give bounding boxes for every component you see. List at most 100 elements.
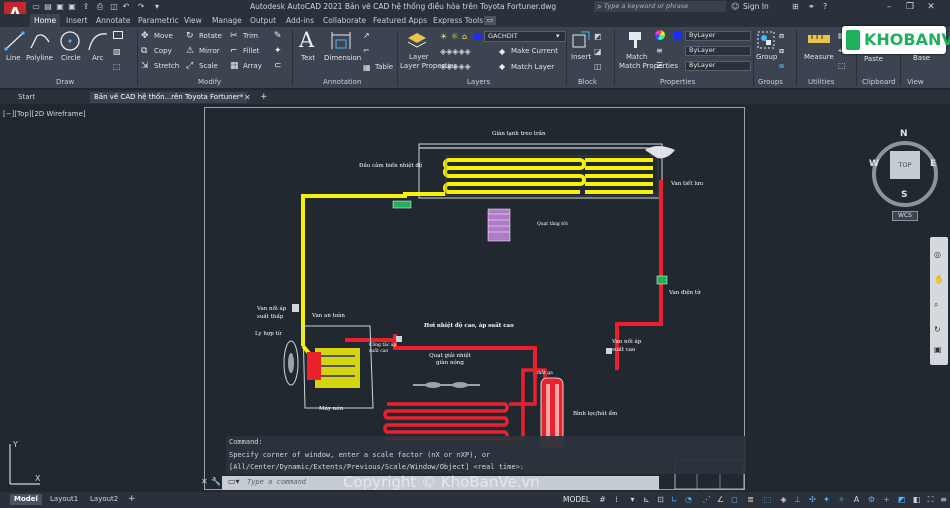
block-panel-title[interactable]: Block	[578, 78, 597, 86]
tab-output[interactable]: Output	[246, 14, 280, 27]
tab-annotate[interactable]: Annotate	[92, 14, 134, 27]
fillet-button[interactable]: Fillet	[243, 47, 259, 55]
sign-in-link[interactable]: Sign In	[743, 2, 769, 11]
scale-button[interactable]: Scale	[199, 62, 218, 70]
groups-panel-title[interactable]: Groups	[758, 78, 783, 86]
new-tab-icon[interactable]: +	[260, 92, 268, 102]
group-icon[interactable]	[756, 30, 776, 50]
auto-scale-icon[interactable]: ✧	[836, 495, 847, 505]
trim-button[interactable]: Trim	[243, 32, 258, 40]
layer-tool-icon[interactable]: ◈◈◈◈◈	[440, 47, 471, 56]
annotation-visibility-icon[interactable]: ✦	[821, 495, 832, 505]
ucs-toggle-icon[interactable]: ⊥	[792, 495, 803, 505]
plus-icon[interactable]: +	[881, 495, 892, 505]
tab-collaborate[interactable]: Collaborate	[319, 14, 370, 27]
share-icon[interactable]: ⇪	[81, 2, 91, 11]
undo-icon[interactable]: ↶	[121, 2, 131, 11]
user-icon[interactable]: ☺	[731, 2, 739, 11]
explode-icon[interactable]: ✦	[274, 46, 282, 56]
search-input[interactable]: Type a keyword or phrase	[594, 1, 726, 12]
text-icon[interactable]: A	[299, 28, 314, 52]
view-panel-title[interactable]: View	[907, 78, 924, 86]
connect-icon[interactable]: ⚭	[808, 2, 815, 11]
dynamic-input-icon[interactable]: ⊡	[655, 495, 666, 505]
match-properties-icon[interactable]	[626, 30, 646, 50]
open-web-icon[interactable]: ◫	[109, 2, 119, 11]
isolate-objects-icon[interactable]: ◧	[911, 495, 922, 505]
close-icon[interactable]: ✕	[924, 1, 938, 13]
line-button[interactable]: Line	[6, 54, 21, 62]
linetype-dropdown[interactable]: ByLayer	[685, 61, 751, 71]
arc-icon[interactable]	[87, 30, 109, 52]
layer-properties-label[interactable]: Layer	[409, 53, 429, 61]
ungroup-icon[interactable]: ⧈	[779, 31, 784, 41]
tab-layout2[interactable]: Layout2	[86, 494, 122, 505]
mirror-button[interactable]: Mirror	[199, 47, 220, 55]
close-tab-icon[interactable]: ✕	[244, 93, 251, 102]
layer-properties-icon[interactable]	[406, 30, 428, 50]
clean-screen-icon[interactable]: ⛶	[925, 495, 936, 505]
compass-east[interactable]: E	[930, 159, 936, 169]
tab-manage[interactable]: Manage	[208, 14, 246, 27]
gizmo-icon[interactable]: ✣	[807, 495, 818, 505]
lineweight-dropdown[interactable]: ByLayer	[685, 46, 751, 56]
cart-icon[interactable]: ⊞	[792, 2, 799, 11]
wcs-menu[interactable]: WCS	[892, 211, 918, 221]
model-space-toggle[interactable]: MODEL	[563, 495, 590, 504]
zoom-extents-icon[interactable]: ⌕	[934, 300, 938, 310]
properties-panel-title[interactable]: Properties	[660, 78, 695, 86]
stretch-button[interactable]: Stretch	[154, 62, 179, 70]
measure-icon[interactable]	[807, 31, 831, 47]
save-icon[interactable]: ▣	[55, 2, 65, 11]
layer-color-swatch[interactable]	[474, 33, 482, 40]
compass-west[interactable]: W	[869, 159, 879, 169]
insert-block-icon[interactable]	[571, 30, 591, 50]
lineweight-toggle-icon[interactable]: ≣	[745, 495, 756, 505]
annotation-panel-title[interactable]: Annotation	[323, 78, 361, 86]
measure-button[interactable]: Measure	[804, 53, 834, 61]
ortho-icon[interactable]: ∟	[669, 495, 680, 505]
multileader-icon[interactable]: ⌐	[363, 46, 370, 55]
layer-freeze-icon[interactable]: ☼	[451, 32, 458, 41]
insert-button[interactable]: Insert	[571, 53, 591, 61]
layer-isolate-icon[interactable]: ◪	[594, 47, 602, 56]
infer-icon[interactable]: ⊾	[641, 495, 652, 505]
hatch-icon[interactable]: ▨	[113, 47, 121, 56]
viewport-controls-label[interactable]: [−][Top][2D Wireframe]	[3, 110, 86, 118]
isodraft-icon[interactable]: ⋰	[701, 495, 712, 505]
rotate-button[interactable]: Rotate	[199, 32, 222, 40]
redo-icon[interactable]: ↷	[136, 2, 146, 11]
erase-icon[interactable]: ✎	[274, 31, 282, 41]
text-button[interactable]: Text	[301, 54, 315, 62]
customization-icon[interactable]: ≡	[938, 495, 949, 505]
polyline-button[interactable]: Polyline	[26, 54, 53, 62]
circle-icon[interactable]	[59, 30, 81, 52]
select-all-icon[interactable]: ⬚	[838, 61, 846, 70]
table-button[interactable]: Table	[375, 63, 393, 71]
draw-panel-title[interactable]: Draw	[56, 78, 74, 86]
save-as-icon[interactable]: ▣	[67, 2, 77, 11]
line-icon[interactable]	[4, 30, 26, 52]
grid-icon[interactable]: #	[597, 495, 608, 505]
object-snap-icon[interactable]: ◻	[729, 495, 740, 505]
rectangle-icon[interactable]	[113, 31, 123, 39]
snap-dropdown-icon[interactable]: ▾	[627, 495, 638, 505]
modify-panel-title[interactable]: Modify	[198, 78, 221, 86]
color-dropdown[interactable]: ByLayer	[685, 31, 751, 41]
open-file-icon[interactable]: ▤	[43, 2, 53, 11]
match-properties-label[interactable]: Match	[626, 53, 647, 61]
group-button[interactable]: Group	[756, 53, 777, 61]
array-button[interactable]: Array	[243, 62, 262, 70]
copy-button[interactable]: Copy	[154, 47, 172, 55]
object-snap-tracking-icon[interactable]: ∠	[715, 495, 726, 505]
base-button[interactable]: Base	[913, 54, 930, 62]
layer-tool-icon[interactable]: ◈◈◈◈◈	[440, 62, 471, 71]
selection-cycling-icon[interactable]: ⬚	[762, 495, 773, 505]
paste-button[interactable]: Paste	[864, 55, 883, 63]
layer-on-icon[interactable]: ☀	[440, 32, 447, 41]
clipboard-panel-title[interactable]: Clipboard	[862, 78, 895, 86]
dimension-button[interactable]: Dimension	[324, 54, 361, 62]
utilities-panel-title[interactable]: Utilities	[808, 78, 834, 86]
add-layout-icon[interactable]: +	[128, 494, 136, 504]
layer-dropdown[interactable]: GACHDIT	[484, 31, 566, 42]
